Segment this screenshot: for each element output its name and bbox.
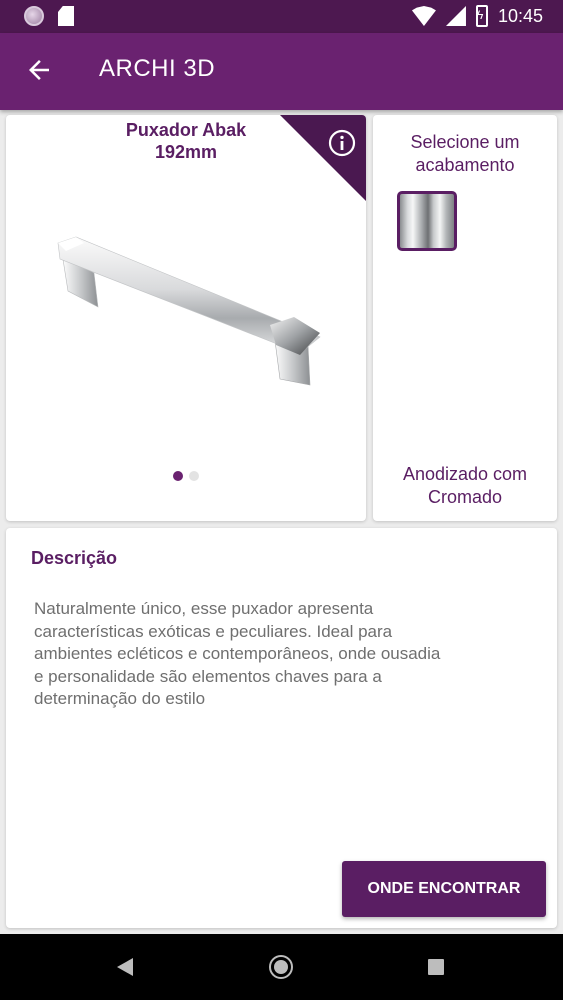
signal-icon <box>445 6 466 26</box>
finish-heading: Selecione um acabamento <box>373 131 557 177</box>
nav-back-icon[interactable] <box>117 958 133 976</box>
selected-finish-line2: Cromado <box>427 487 503 507</box>
description-text: Naturalmente único, esse puxador apresen… <box>34 598 514 711</box>
selected-finish-line1: Anodizado com <box>402 464 528 484</box>
product-card: Puxador Abak 192mm <box>6 115 366 521</box>
info-icon[interactable] <box>328 129 356 157</box>
finish-swatch-chrome[interactable] <box>397 191 457 251</box>
description-card: Descrição Naturalmente único, esse puxad… <box>6 528 557 928</box>
image-pager <box>6 471 366 481</box>
status-right-icons: 10:45 <box>411 5 543 27</box>
finish-heading-line2: acabamento <box>415 155 515 175</box>
status-clock: 10:45 <box>497 5 543 26</box>
nav-recents-icon[interactable] <box>428 959 444 975</box>
description-heading: Descrição <box>31 548 118 568</box>
product-handle-image[interactable] <box>54 233 324 403</box>
description-line: características exóticas e peculiares. I… <box>34 621 393 641</box>
status-left-icons <box>24 6 74 26</box>
description-line: e personalidade são elementos chaves par… <box>34 666 382 686</box>
arrow-left-icon[interactable] <box>24 55 54 85</box>
pager-dot-active[interactable] <box>173 471 183 481</box>
finish-card: Selecione um acabamento Anodizado com Cr… <box>373 115 557 521</box>
app-bar: ARCHI 3D <box>0 33 563 110</box>
pager-dot[interactable] <box>189 471 199 481</box>
battery-charging-icon <box>475 5 488 27</box>
where-to-find-button[interactable]: ONDE ENCONTRAR <box>342 861 546 917</box>
status-bar: 10:45 <box>0 0 563 33</box>
wifi-icon <box>411 6 436 26</box>
app-title: ARCHI 3D <box>99 55 216 82</box>
nav-home-icon[interactable] <box>269 955 293 979</box>
finish-heading-line1: Selecione um <box>410 132 520 152</box>
description-line: determinação do estilo <box>34 689 206 708</box>
description-line: ambientes ecléticos e contemporâneos, on… <box>34 644 441 663</box>
sd-card-icon <box>58 6 74 26</box>
description-line: Naturalmente único, esse puxador apresen… <box>34 599 374 618</box>
system-nav-bar <box>0 934 563 1000</box>
media-dot-icon <box>24 6 44 26</box>
selected-finish-name: Anodizado com Cromado <box>373 463 557 509</box>
